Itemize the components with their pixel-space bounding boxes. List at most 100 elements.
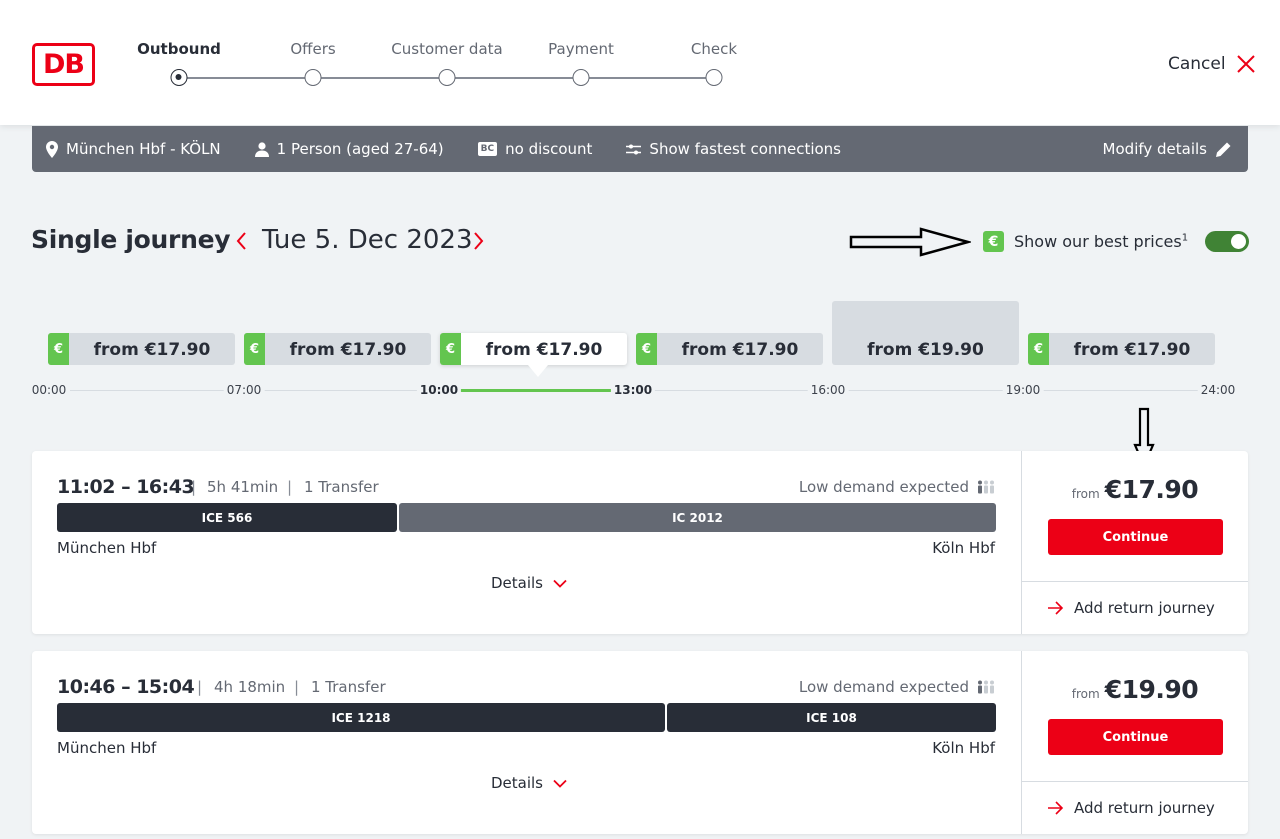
- slot-price: from €17.90: [681, 340, 799, 360]
- connections-text: Show fastest connections: [649, 140, 841, 158]
- route-text: München Hbf - KÖLN: [66, 140, 221, 158]
- arrow-right-icon: [1048, 801, 1064, 815]
- price-from-label: from: [1071, 687, 1100, 701]
- modify-details-label: Modify details: [1102, 140, 1207, 158]
- best-price-euro-icon: €: [1028, 333, 1049, 365]
- arrow-right-icon: [1048, 601, 1064, 615]
- continue-button[interactable]: Continue: [1048, 519, 1223, 555]
- time-slot-13-16[interactable]: € from €17.90: [636, 333, 823, 365]
- arrival-station: Köln Hbf: [932, 739, 995, 757]
- price-panel: from €19.90 Continue Add return journey: [1021, 651, 1248, 834]
- discount-text: no discount: [505, 140, 593, 158]
- next-day-chevron-icon[interactable]: [470, 230, 486, 252]
- connection-info: 11:02 – 16:43 | 5h 41min | 1 Transfer Lo…: [32, 451, 1021, 634]
- time-label: 24:00: [1197, 383, 1239, 397]
- step-customer-data-label: Customer data: [391, 40, 503, 58]
- passengers-summary[interactable]: 1 Person (aged 27-64): [254, 140, 444, 158]
- continue-button[interactable]: Continue: [1048, 719, 1223, 755]
- connection-times: 11:02 – 16:43: [57, 476, 195, 498]
- best-prices-toggle[interactable]: [1205, 231, 1249, 252]
- best-price-euro-icon: €: [48, 333, 69, 365]
- slot-price: from €17.90: [1073, 340, 1191, 360]
- modify-details-button[interactable]: Modify details: [1103, 140, 1232, 158]
- price-value: €17.90: [1104, 475, 1199, 504]
- time-label: 07:00: [223, 383, 265, 397]
- connection-transfers: 1 Transfer: [311, 678, 386, 696]
- best-price-euro-icon: €: [983, 231, 1004, 252]
- search-summary-bar: München Hbf - KÖLN 1 Person (aged 27-64)…: [32, 126, 1248, 172]
- close-icon: [1236, 55, 1255, 73]
- divider: [1022, 581, 1248, 582]
- person-icon: [254, 141, 269, 157]
- step-customer-data-dot: [438, 69, 456, 86]
- departure-station: München Hbf: [57, 539, 157, 557]
- time-label: 16:00: [807, 383, 849, 397]
- connection-duration: 4h 18min: [214, 678, 286, 696]
- details-toggle[interactable]: Details: [491, 774, 567, 792]
- connection-duration: 5h 41min: [207, 478, 279, 496]
- separator: |: [287, 478, 293, 496]
- time-slot-07-10[interactable]: € from €17.90: [244, 333, 431, 365]
- time-slot-19-24[interactable]: € from €17.90: [1028, 333, 1215, 365]
- time-slot-10-13[interactable]: € from €17.90: [440, 333, 627, 377]
- cancel-label: Cancel: [1168, 54, 1226, 74]
- step-check-label: Check: [690, 40, 738, 58]
- time-label: 13:00: [610, 383, 656, 397]
- occupancy-icon: [978, 680, 994, 694]
- time-slot-16-19[interactable]: from €19.90: [832, 301, 1019, 365]
- connection-transfers: 1 Transfer: [304, 478, 379, 496]
- slot-price: from €19.90: [867, 340, 984, 360]
- add-return-journey-link[interactable]: Add return journey: [1048, 599, 1215, 617]
- slot-price: from €17.90: [485, 340, 603, 360]
- cancel-button[interactable]: Cancel: [1168, 52, 1256, 76]
- step-payment-label: Payment: [548, 40, 614, 58]
- add-return-label: Add return journey: [1074, 599, 1215, 617]
- details-toggle[interactable]: Details: [491, 574, 567, 592]
- slot-price: from €17.90: [289, 340, 407, 360]
- step-payment-dot: [572, 69, 590, 86]
- departure-station: München Hbf: [57, 739, 157, 757]
- demand-indicator: Low demand expected: [799, 678, 995, 696]
- demand-text: Low demand expected: [798, 678, 969, 696]
- train-segment[interactable]: ICE 566: [57, 503, 397, 532]
- best-prices-label: Show our best prices1: [1014, 232, 1189, 251]
- slot-price: from €17.90: [93, 340, 211, 360]
- step-outbound-dot: [170, 69, 188, 86]
- connection-card[interactable]: 11:02 – 16:43 | 5h 41min | 1 Transfer Lo…: [32, 451, 1248, 634]
- chevron-down-icon: [553, 779, 567, 788]
- train-segment[interactable]: ICE 1218: [57, 703, 665, 732]
- price-panel: from €17.90 Continue Add return journey: [1021, 451, 1248, 634]
- step-outbound-label: Outbound: [137, 40, 221, 58]
- add-return-label: Add return journey: [1074, 799, 1215, 817]
- time-slot-00-07[interactable]: € from €17.90: [48, 333, 235, 365]
- location-pin-icon: [46, 140, 58, 158]
- bahncard-icon: BC: [477, 142, 498, 156]
- best-price-euro-icon: €: [636, 333, 657, 365]
- connection-card[interactable]: 10:46 – 15:04 | 4h 18min | 1 Transfer Lo…: [32, 651, 1248, 834]
- best-prices-footnote: 1: [1181, 232, 1189, 244]
- separator: |: [197, 678, 203, 696]
- passengers-text: 1 Person (aged 27-64): [276, 140, 444, 158]
- route-summary[interactable]: München Hbf - KÖLN: [46, 140, 221, 158]
- separator: |: [191, 478, 197, 496]
- journey-date: Tue 5. Dec 2023: [262, 225, 473, 255]
- chevron-down-icon: [553, 579, 567, 588]
- best-price-euro-icon: €: [440, 333, 461, 365]
- price-value: €19.90: [1104, 675, 1199, 704]
- previous-day-chevron-icon[interactable]: [234, 230, 250, 252]
- progress-steps: Outbound Offers Customer data Payment Ch…: [0, 0, 800, 125]
- connections-filter-summary[interactable]: Show fastest connections: [626, 140, 841, 158]
- details-label: Details: [491, 574, 544, 592]
- step-offers-label: Offers: [290, 40, 336, 58]
- add-return-journey-link[interactable]: Add return journey: [1048, 799, 1215, 817]
- train-segment[interactable]: ICE 108: [667, 703, 996, 732]
- connection-info: 10:46 – 15:04 | 4h 18min | 1 Transfer Lo…: [32, 651, 1021, 834]
- train-segment[interactable]: IC 2012: [399, 503, 996, 532]
- pencil-icon: [1216, 142, 1231, 157]
- demand-text: Low demand expected: [798, 478, 969, 496]
- separator: |: [294, 678, 300, 696]
- price-from-label: from: [1071, 487, 1100, 501]
- time-label: 10:00: [416, 383, 462, 397]
- arrival-station: Köln Hbf: [932, 539, 995, 557]
- discount-summary[interactable]: BC no discount: [477, 140, 593, 158]
